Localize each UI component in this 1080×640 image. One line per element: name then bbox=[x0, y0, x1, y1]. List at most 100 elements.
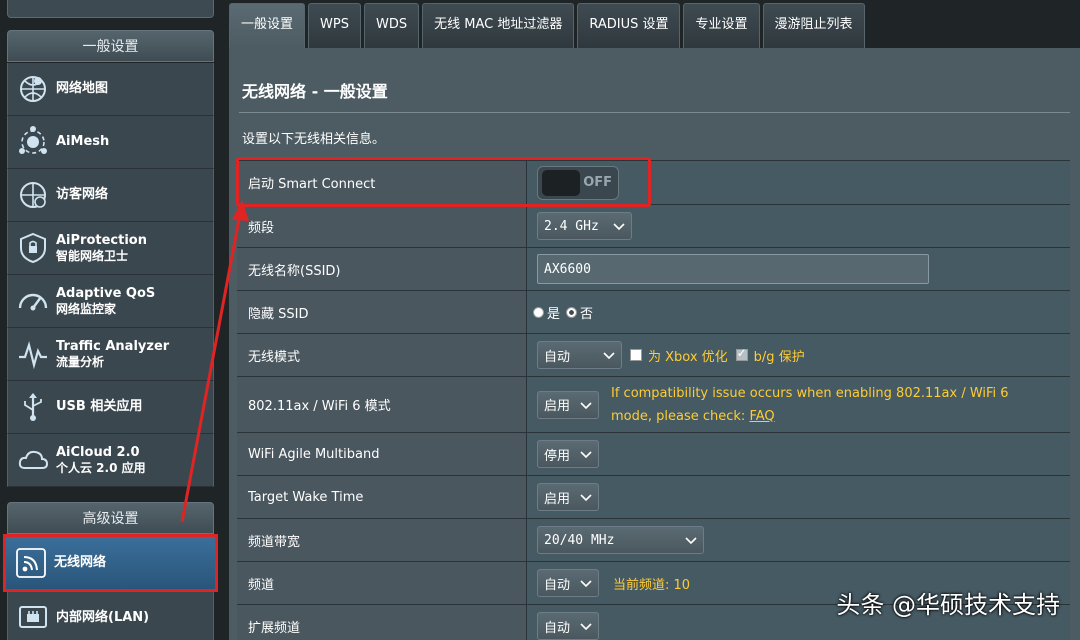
setting-label: 启动 Smart Connect bbox=[237, 161, 527, 204]
sidebar-item-label: USB 相关应用 bbox=[56, 399, 143, 414]
current-channel-text: 当前频道: 10 bbox=[613, 577, 691, 593]
sidebar-top-panel bbox=[7, 0, 214, 18]
setting-row-hide-ssid: 隐藏 SSID 是 否 bbox=[237, 291, 1070, 334]
tab-3[interactable]: 无线 MAC 地址过滤器 bbox=[422, 3, 575, 48]
bg-protection-checkbox[interactable] bbox=[735, 346, 748, 361]
hide-ssid-yes-radio[interactable] bbox=[533, 306, 544, 318]
setting-label: Target Wake Time bbox=[237, 476, 527, 518]
sidebar-item-aicloud[interactable]: AiCloud 2.0 个人云 2.0 应用 bbox=[7, 434, 214, 487]
settings-table: 启动 Smart Connect OFF 频段 2.4 GHz 无线名称(SSI… bbox=[237, 160, 1070, 640]
radio-label-yes: 是 bbox=[547, 306, 561, 322]
lan-icon bbox=[16, 601, 50, 635]
tab-1[interactable]: WPS bbox=[308, 3, 361, 48]
chevron-down-icon bbox=[580, 401, 592, 409]
tab-0[interactable]: 一般设置 bbox=[229, 3, 306, 48]
aimesh-icon bbox=[16, 125, 50, 159]
ext-channel-select[interactable]: 自动 bbox=[537, 612, 599, 640]
sidebar-item-usb[interactable]: USB 相关应用 bbox=[7, 381, 214, 434]
main-panel: 无线网络 - 一般设置 设置以下无线相关信息。 启动 Smart Connect… bbox=[229, 48, 1080, 640]
sidebar-item-aimesh[interactable]: AiMesh bbox=[7, 116, 214, 169]
hide-ssid-no-radio[interactable] bbox=[566, 306, 578, 318]
qos-gauge-icon bbox=[16, 284, 50, 318]
page-description: 设置以下无线相关信息。 bbox=[242, 132, 386, 147]
select-value: 2.4 GHz bbox=[544, 218, 599, 234]
smart-connect-toggle[interactable]: OFF bbox=[537, 165, 619, 200]
wifi6-mode-select[interactable]: 启用 bbox=[537, 390, 599, 419]
select-value: 20/40 MHz bbox=[544, 532, 615, 548]
sidebar-item-label-group: Traffic Analyzer 流量分析 bbox=[56, 339, 169, 370]
setting-row-ssid: 无线名称(SSID) bbox=[237, 248, 1070, 291]
sidebar-item-sublabel: 流量分析 bbox=[56, 354, 105, 369]
select-value: 启用 bbox=[544, 399, 571, 414]
tab-5[interactable]: 专业设置 bbox=[683, 3, 760, 48]
channel-select[interactable]: 自动 bbox=[537, 569, 599, 597]
sidebar-item-label: Traffic Analyzer bbox=[56, 338, 170, 354]
sidebar-item-label: 网络地图 bbox=[56, 81, 109, 96]
target-wake-time-select[interactable]: 启用 bbox=[537, 483, 599, 511]
sidebar-item-sublabel: 个人云 2.0 应用 bbox=[56, 460, 146, 475]
sidebar-item-sublabel: 智能网络卫士 bbox=[56, 248, 129, 263]
tab-4[interactable]: RADIUS 设置 bbox=[577, 3, 681, 48]
sidebar-item-sublabel: 网络监控家 bbox=[56, 301, 117, 316]
ssid-input[interactable] bbox=[537, 254, 929, 284]
sidebar-item-aiprotection-shield[interactable]: AiProtection 智能网络卫士 bbox=[7, 222, 214, 275]
setting-label: 扩展频道 bbox=[237, 605, 527, 640]
radio-label-no: 否 bbox=[580, 306, 594, 322]
chevron-down-icon bbox=[580, 623, 592, 631]
sidebar-item-lan[interactable]: 内部网络(LAN) bbox=[7, 592, 214, 640]
band-select[interactable]: 2.4 GHz bbox=[537, 212, 632, 240]
setting-label: 无线模式 bbox=[237, 334, 527, 376]
sidebar-item-traffic-analyzer[interactable]: Traffic Analyzer 流量分析 bbox=[7, 328, 214, 381]
aiprotection-shield-icon bbox=[16, 231, 50, 265]
bandwidth-select[interactable]: 20/40 MHz bbox=[537, 526, 704, 554]
sidebar-item-label-group: AiCloud 2.0 个人云 2.0 应用 bbox=[56, 445, 146, 476]
tab-bar: 一般设置 WPS WDS 无线 MAC 地址过滤器 RADIUS 设置 专业设置 漫游阻止列… bbox=[229, 3, 868, 48]
sidebar-item-label-group: AiMesh bbox=[56, 134, 109, 150]
xbox-optimize-label: 为 Xbox 优化 bbox=[648, 349, 728, 365]
toggle-knob bbox=[542, 169, 580, 196]
sidebar-item-wireless[interactable]: 无线网络 bbox=[3, 534, 218, 592]
setting-label: 无线名称(SSID) bbox=[237, 248, 527, 290]
sidebar-item-label: Adaptive QoS bbox=[56, 285, 156, 301]
sidebar-item-qos-gauge[interactable]: Adaptive QoS 网络监控家 bbox=[7, 275, 214, 328]
sidebar-item-label-group: 网络地图 bbox=[56, 81, 108, 97]
sidebar-item-label: 访客网络 bbox=[56, 187, 109, 202]
chevron-down-icon bbox=[580, 494, 592, 502]
guest-network-icon bbox=[16, 178, 50, 212]
setting-row-wireless-mode: 无线模式 自动 为 Xbox 优化 b/g 保护 bbox=[237, 334, 1070, 377]
sidebar-item-label-group: 内部网络(LAN) bbox=[56, 610, 149, 626]
sidebar-item-label-group: AiProtection 智能网络卫士 bbox=[56, 233, 147, 264]
sidebar-item-label: AiMesh bbox=[56, 134, 110, 149]
sidebar-item-label: 无线网络 bbox=[54, 555, 107, 570]
setting-label: 802.11ax / WiFi 6 模式 bbox=[237, 377, 527, 432]
setting-row-band: 频段 2.4 GHz bbox=[237, 205, 1070, 248]
agile-multiband-select[interactable]: 停用 bbox=[537, 440, 599, 468]
title-divider bbox=[239, 112, 1070, 113]
chevron-down-icon bbox=[685, 537, 697, 545]
usb-icon bbox=[16, 390, 50, 424]
chevron-down-icon bbox=[580, 580, 592, 588]
xbox-optimize-checkbox[interactable] bbox=[630, 349, 642, 361]
toggle-state-label: OFF bbox=[583, 174, 612, 190]
chevron-down-icon bbox=[580, 451, 592, 459]
sidebar-header-advanced: 高级设置 bbox=[7, 502, 214, 534]
sidebar-header-general: 一般设置 bbox=[7, 30, 214, 62]
setting-row-wifi6: 802.11ax / WiFi 6 模式 启用 If compatibility… bbox=[237, 377, 1070, 433]
tab-6[interactable]: 漫游阻止列表 bbox=[762, 3, 865, 48]
wireless-icon bbox=[14, 546, 48, 580]
setting-label: 频道带宽 bbox=[237, 519, 527, 561]
setting-label: 频道 bbox=[237, 562, 527, 604]
network-map-icon bbox=[16, 72, 50, 106]
tab-2[interactable]: WDS bbox=[363, 3, 420, 48]
chevron-down-icon bbox=[603, 352, 615, 360]
wireless-mode-select[interactable]: 自动 bbox=[537, 341, 622, 369]
sidebar-item-guest-network[interactable]: 访客网络 bbox=[7, 169, 214, 222]
sidebar: 一般设置 网络地图 AiMesh 访客网络 AiProtection 智能网络卫士 Ada… bbox=[0, 0, 225, 640]
sidebar-item-label-group: 访客网络 bbox=[56, 187, 108, 203]
setting-row-bandwidth: 频道带宽 20/40 MHz bbox=[237, 519, 1070, 562]
sidebar-item-label: AiProtection bbox=[56, 232, 147, 248]
faq-link[interactable]: FAQ bbox=[749, 409, 774, 424]
sidebar-item-network-map[interactable]: 网络地图 bbox=[7, 63, 214, 116]
sidebar-item-label-group: Adaptive QoS 网络监控家 bbox=[56, 286, 155, 317]
sidebar-item-label: AiCloud 2.0 bbox=[56, 444, 140, 460]
